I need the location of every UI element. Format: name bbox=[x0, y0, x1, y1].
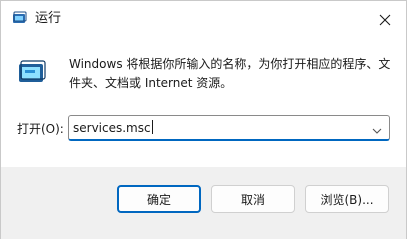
cancel-button[interactable]: 取消 bbox=[211, 185, 295, 213]
open-input[interactable]: services.msc bbox=[73, 120, 153, 136]
text-caret bbox=[151, 120, 153, 134]
open-combobox[interactable]: services.msc bbox=[68, 115, 390, 141]
dialog-description: Windows 将根据你所输入的名称，为你打开相应的程序、文件夹、文档或 Int… bbox=[69, 57, 391, 90]
run-app-icon bbox=[12, 10, 28, 26]
browse-button[interactable]: 浏览(B)... bbox=[305, 185, 389, 213]
title-bar[interactable]: 运行 bbox=[1, 1, 406, 38]
run-app-icon bbox=[17, 58, 47, 86]
open-input-text: services.msc bbox=[73, 121, 151, 135]
window-title: 运行 bbox=[35, 11, 62, 26]
ok-button[interactable]: 确定 bbox=[117, 185, 201, 213]
close-button[interactable] bbox=[375, 10, 395, 30]
open-label: 打开(O): bbox=[17, 122, 64, 136]
run-dialog: 运行 Windows 将根据你所输入的名称，为你打开相应的程序、文件夹、文档或 … bbox=[0, 0, 407, 239]
close-icon bbox=[379, 11, 391, 30]
chevron-down-icon[interactable] bbox=[371, 122, 383, 134]
